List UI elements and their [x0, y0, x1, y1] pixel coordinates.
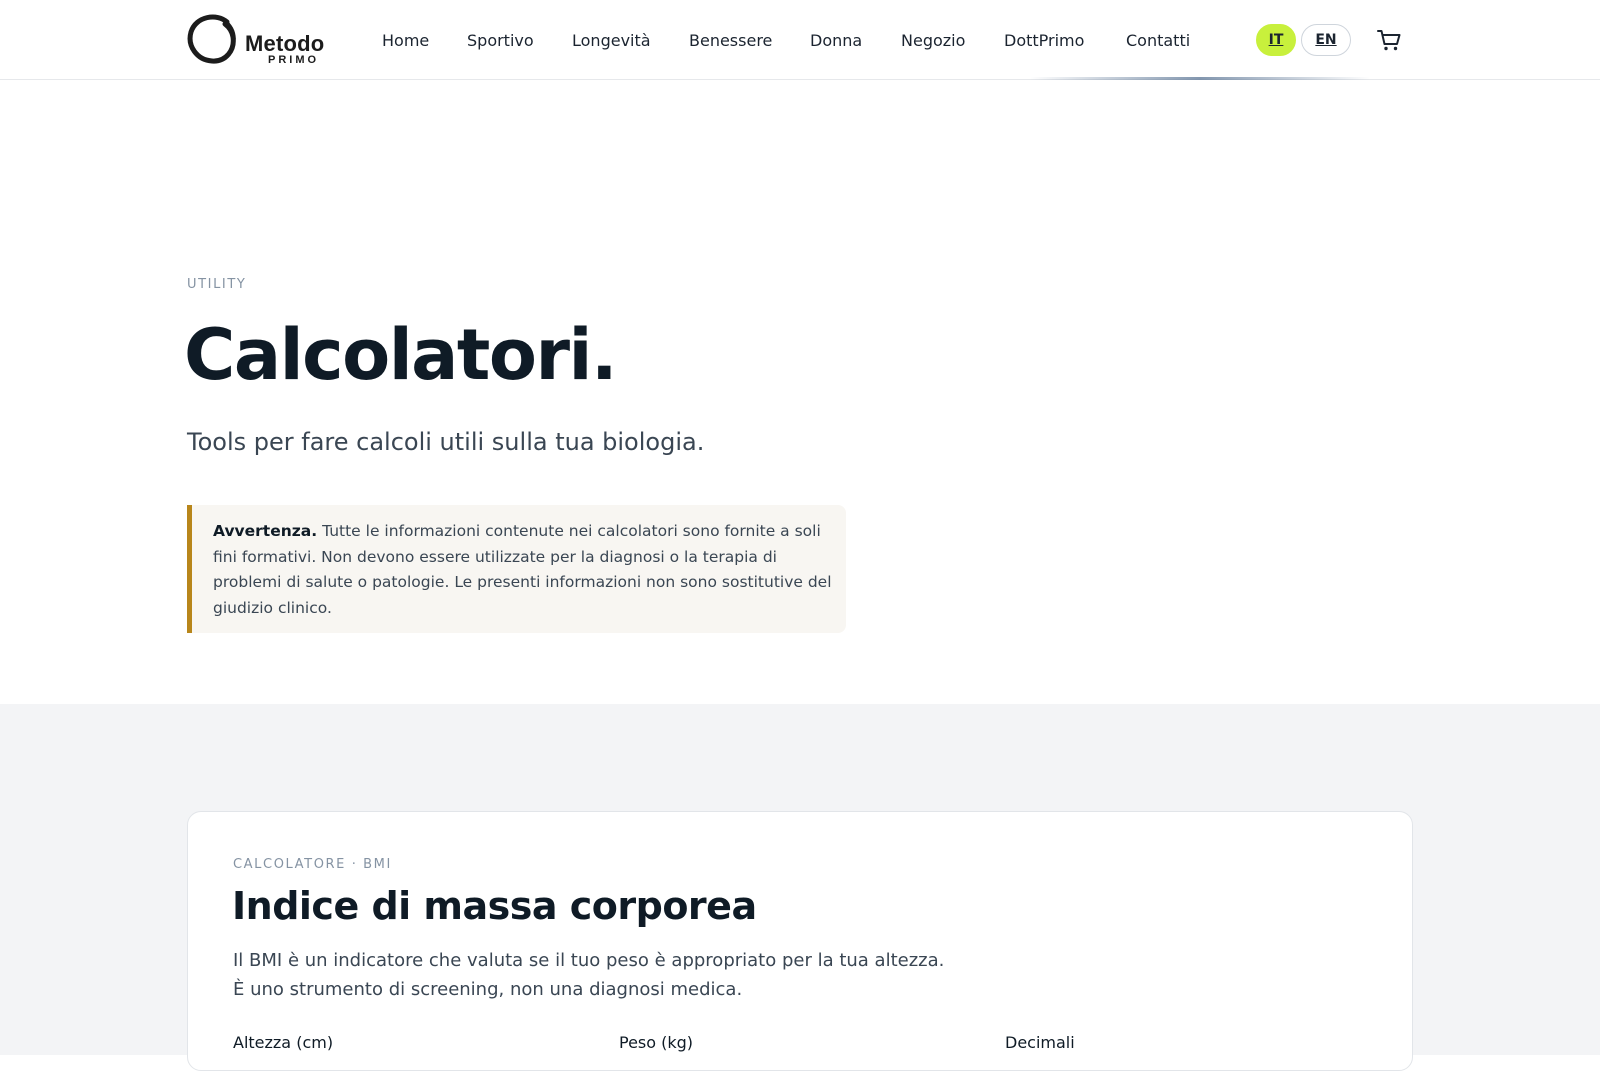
card-title: Indice di massa corporea — [232, 884, 757, 928]
weight-label: Peso (kg) — [619, 1033, 694, 1052]
nav-dottprimo[interactable]: DottPrimo — [1004, 31, 1084, 50]
nav-home[interactable]: Home — [382, 31, 429, 50]
header-accent-line — [1030, 77, 1370, 80]
card-eyebrow: CALCOLATORE · BMI — [233, 857, 392, 872]
hero-eyebrow: UTILITY — [187, 277, 247, 292]
nav-contatti[interactable]: Contatti — [1126, 31, 1190, 50]
bmi-calculator-card: CALCOLATORE · BMI Indice di massa corpor… — [187, 811, 1413, 1071]
nav-sportivo[interactable]: Sportivo — [467, 31, 534, 50]
height-label: Altezza (cm) — [233, 1033, 334, 1052]
disclaimer-box: Avvertenza. Tutte le informazioni conten… — [187, 505, 846, 633]
disclaimer-text: Avvertenza. Tutte le informazioni conten… — [213, 519, 838, 621]
card-description: Il BMI è un indicatore che valuta se il … — [233, 950, 945, 1000]
cart-icon[interactable] — [1376, 27, 1402, 53]
nav-negozio[interactable]: Negozio — [901, 31, 965, 50]
site-header: Metodo PRIMO Home Sportivo Longevità Ben… — [0, 0, 1600, 80]
nav-longevita[interactable]: Longevità — [572, 31, 651, 50]
logo-subtitle: PRIMO — [268, 54, 320, 66]
disclaimer-label: Avvertenza. — [213, 522, 318, 540]
decimals-label: Decimali — [1005, 1033, 1075, 1052]
nav-benessere[interactable]: Benessere — [689, 31, 772, 50]
lang-it-button[interactable]: IT — [1256, 24, 1296, 56]
nav-donna[interactable]: Donna — [810, 31, 862, 50]
logo-circle-icon — [187, 14, 236, 64]
page-title: Calcolatori. — [184, 314, 618, 396]
lang-en-button[interactable]: EN — [1301, 24, 1351, 56]
site-logo[interactable]: Metodo PRIMO — [187, 14, 327, 66]
page-subtitle: Tools per fare calcoli utili sulla tua b… — [187, 428, 705, 456]
